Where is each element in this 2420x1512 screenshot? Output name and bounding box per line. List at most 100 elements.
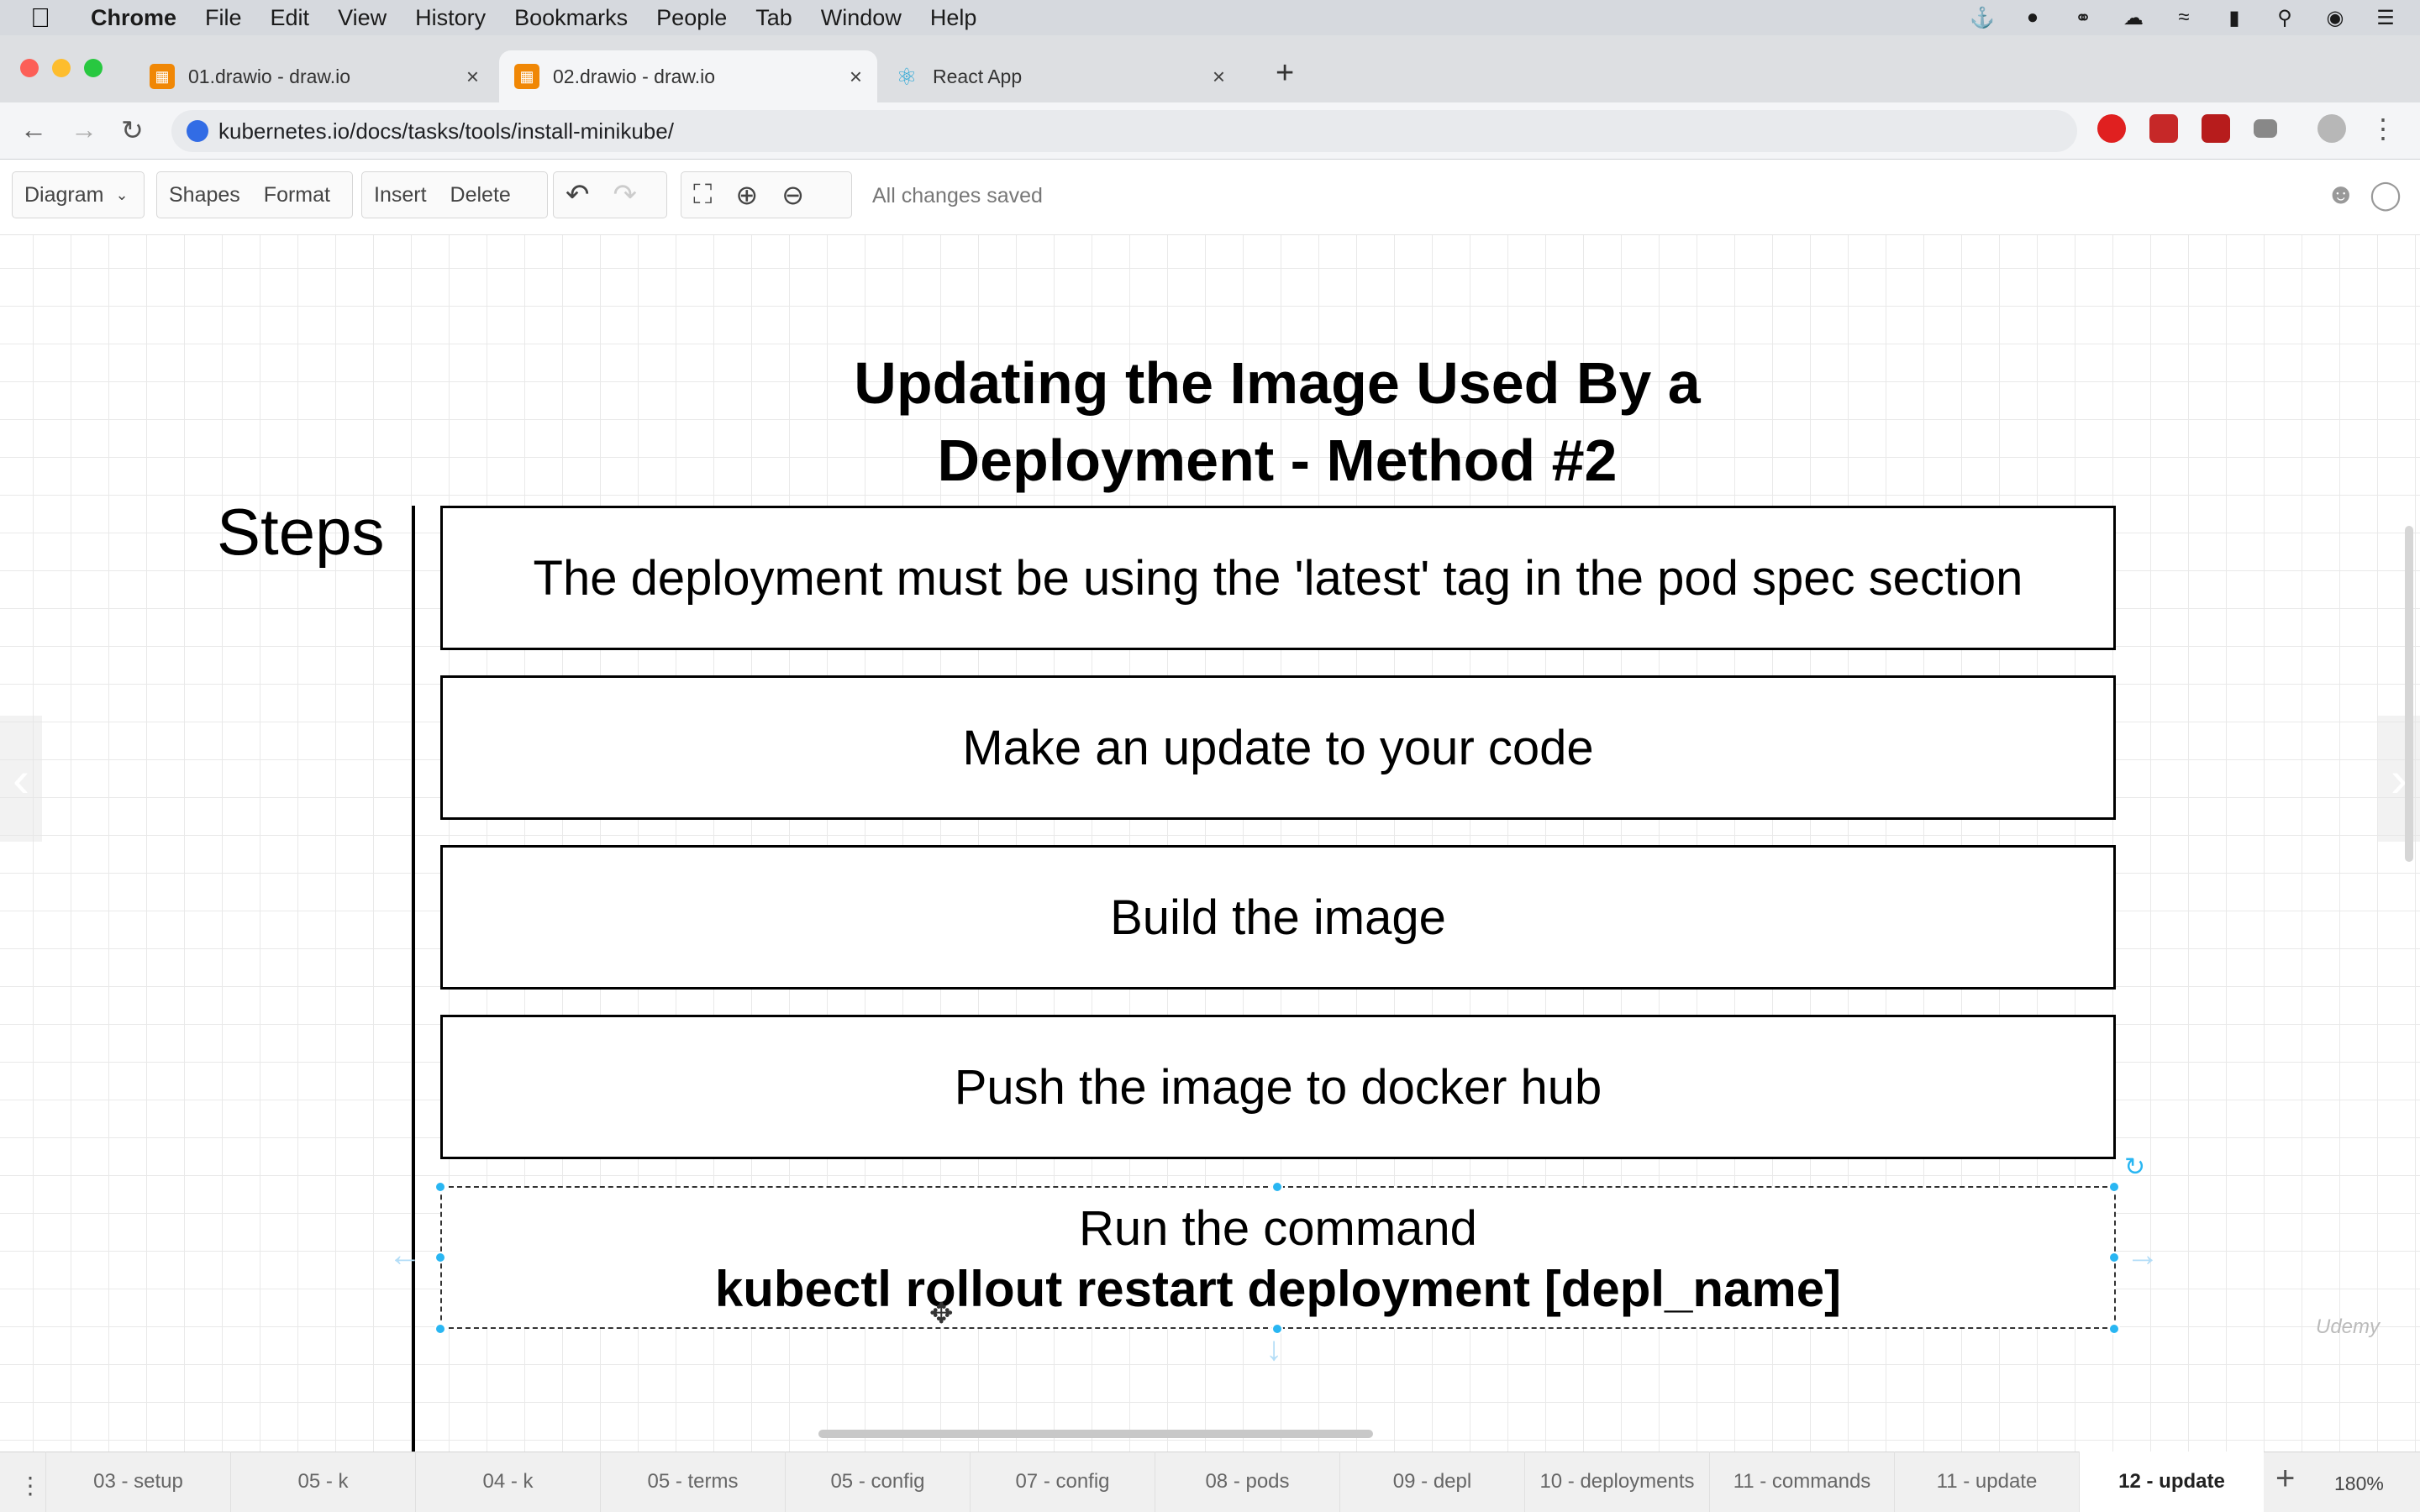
menu-app-chrome[interactable]: Chrome [91, 5, 176, 31]
page-tab[interactable]: 09 - depl [1339, 1452, 1524, 1512]
page-tab[interactable]: 05 - config [785, 1452, 970, 1512]
apple-icon[interactable]:  [30, 3, 50, 34]
menu-edit[interactable]: Edit [271, 5, 310, 31]
reading-list-icon[interactable] [2254, 119, 2277, 138]
close-window-button[interactable] [20, 59, 39, 77]
close-tab-icon[interactable]: × [850, 64, 862, 90]
steps-label[interactable]: Steps [217, 494, 384, 570]
notification-center-icon[interactable]: ☰ [2371, 7, 2400, 29]
close-tab-icon[interactable]: × [466, 64, 479, 90]
connect-arrow-down-icon[interactable]: ↓ [1265, 1331, 1282, 1368]
steps-arrow-line[interactable] [412, 506, 415, 1452]
step-box-2[interactable]: Make an update to your code [440, 675, 2116, 820]
browser-tab-02[interactable]: ▦ 02.drawio - draw.io × [499, 50, 877, 102]
browser-tab-react-app[interactable]: ⚛ React App × [879, 50, 1240, 102]
undo-icon[interactable]: ↶ [554, 178, 602, 212]
connect-arrow-left-icon[interactable]: ← [388, 1236, 422, 1274]
watermark-logo: Udemy [2316, 1315, 2381, 1338]
address-bar[interactable]: kubernetes.io/docs/tasks/tools/install-m… [171, 110, 2077, 152]
forward-icon[interactable]: → [71, 114, 97, 145]
globe-icon[interactable]: ◯ [2370, 178, 2402, 212]
zoom-out-icon[interactable]: ⊖ [770, 179, 816, 211]
menu-people[interactable]: People [656, 5, 727, 31]
menu-bookmarks[interactable]: Bookmarks [514, 5, 628, 31]
resize-handle[interactable] [434, 1252, 446, 1263]
add-page-button[interactable]: + [2275, 1460, 2295, 1498]
connect-arrow-right-icon[interactable]: → [2126, 1236, 2160, 1274]
site-info-icon[interactable] [187, 120, 208, 142]
adblock-extension-icon[interactable] [2097, 114, 2126, 143]
horizontal-scrollbar[interactable] [818, 1430, 1373, 1438]
menu-tab[interactable]: Tab [755, 5, 792, 31]
page-tab[interactable]: 05 - terms [600, 1452, 785, 1512]
resize-handle[interactable] [1271, 1181, 1283, 1193]
zoom-level[interactable]: 180% [2334, 1473, 2384, 1495]
drawio-icon: ▦ [150, 64, 175, 89]
shapes-button[interactable]: Shapes [157, 183, 252, 207]
cloud-icon[interactable]: ☁ [2119, 7, 2148, 29]
glasses-icon[interactable]: ⚭ [2069, 7, 2097, 29]
page-tab[interactable]: 03 - setup [45, 1452, 230, 1512]
delete-button[interactable]: Delete [439, 183, 523, 207]
wifi-icon[interactable]: ≈ [2170, 6, 2198, 29]
page-tab-active[interactable]: 12 - update [2079, 1452, 2264, 1512]
reload-icon[interactable]: ↻ [121, 114, 144, 146]
spotlight-search-icon[interactable]: ⚲ [2270, 7, 2299, 29]
close-tab-icon[interactable]: × [1213, 64, 1225, 90]
view-group: ⛶ ⊕ ⊖ [681, 171, 852, 218]
step-box-1[interactable]: The deployment must be using the 'latest… [440, 506, 2116, 650]
resize-handle[interactable] [2108, 1252, 2120, 1263]
diagram-title[interactable]: Updating the Image Used By a Deployment … [723, 344, 1832, 499]
menu-file[interactable]: File [205, 5, 242, 31]
resize-handle[interactable] [434, 1323, 446, 1335]
user-icon[interactable]: ☻ [2326, 178, 2356, 211]
resize-handle[interactable] [2108, 1181, 2120, 1193]
avatar[interactable] [2317, 114, 2346, 143]
browser-tab-01[interactable]: ▦ 01.drawio - draw.io × [134, 50, 494, 102]
siri-icon[interactable]: ◉ [2321, 7, 2349, 29]
redo-icon[interactable]: ↷ [602, 178, 650, 212]
page-tab[interactable]: 10 - deployments [1524, 1452, 1709, 1512]
menu-history[interactable]: History [415, 5, 486, 31]
page-tab[interactable]: 05 - k [230, 1452, 415, 1512]
extension-icon[interactable] [2149, 114, 2178, 143]
new-tab-button[interactable]: + [1276, 55, 1294, 92]
app-status-icon[interactable]: ● [2018, 6, 2047, 29]
tab-title: React App [933, 65, 1023, 87]
save-status: All changes saved [872, 184, 1043, 207]
step-box-3[interactable]: Build the image [440, 845, 2116, 990]
diagram-menu[interactable]: Diagram ⌄ [12, 171, 145, 218]
page-tab[interactable]: 08 - pods [1155, 1452, 1339, 1512]
fullscreen-icon[interactable]: ⛶ [681, 179, 723, 211]
step-box-4[interactable]: Push the image to docker hub [440, 1015, 2116, 1159]
back-icon[interactable]: ← [20, 114, 47, 145]
page-tab[interactable]: 11 - commands [1709, 1452, 1894, 1512]
page-tab[interactable]: 04 - k [415, 1452, 600, 1512]
vertical-scrollbar[interactable] [2405, 526, 2413, 862]
docker-icon[interactable]: ⚓ [1968, 7, 1996, 29]
menu-help[interactable]: Help [930, 5, 977, 31]
menu-view[interactable]: View [338, 5, 387, 31]
insert-button[interactable]: Insert [362, 183, 439, 207]
battery-icon[interactable]: ▮ [2220, 7, 2249, 29]
shapes-format-group: Shapes Format [156, 171, 353, 218]
format-button[interactable]: Format [252, 183, 342, 207]
step-box-5-selected[interactable]: Run the command kubectl rollout restart … [440, 1186, 2116, 1329]
chevron-right-icon[interactable]: › [2378, 716, 2420, 842]
pages-menu-icon[interactable]: ⋮ [18, 1472, 42, 1499]
page-tab[interactable]: 11 - update [1894, 1452, 2079, 1512]
chevron-left-icon[interactable]: ‹ [0, 716, 42, 842]
extensions-area: ⋮ [2097, 114, 2396, 143]
diagram-canvas[interactable]: Updating the Image Used By a Deployment … [0, 235, 2420, 1452]
resize-handle[interactable] [434, 1181, 446, 1193]
react-icon: ⚛ [896, 63, 918, 90]
rotate-handle-icon[interactable]: ↻ [2124, 1152, 2145, 1182]
menu-window[interactable]: Window [821, 5, 902, 31]
maximize-window-button[interactable] [84, 59, 103, 77]
chrome-menu-icon[interactable]: ⋮ [2370, 114, 2396, 143]
shield-extension-icon[interactable] [2202, 114, 2230, 143]
page-tab[interactable]: 07 - config [970, 1452, 1155, 1512]
resize-handle[interactable] [2108, 1323, 2120, 1335]
minimize-window-button[interactable] [52, 59, 71, 77]
zoom-in-icon[interactable]: ⊕ [723, 179, 770, 211]
